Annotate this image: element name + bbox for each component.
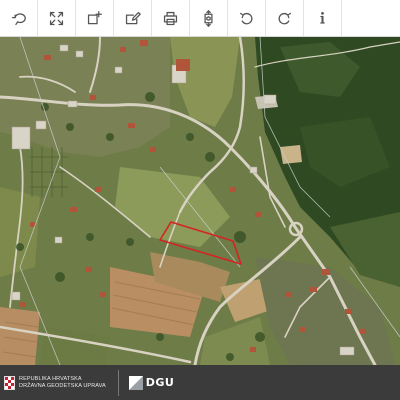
redo-icon xyxy=(278,12,292,24)
map-toolbar xyxy=(0,0,400,37)
dgu-mark-icon xyxy=(128,375,143,390)
agency-name-line1: REPUBLIKA HRVATSKA xyxy=(19,375,82,382)
aerial-map-view[interactable] xyxy=(0,37,400,365)
printer-icon xyxy=(163,11,178,25)
expand-arrows-icon xyxy=(49,11,64,25)
info-icon xyxy=(320,11,325,24)
undo-button[interactable] xyxy=(228,0,266,36)
footer-bar: REPUBLIKA HRVATSKA DRŽAVNA GEODETSKA UPR… xyxy=(0,365,400,400)
print-button[interactable] xyxy=(152,0,190,36)
undo-icon xyxy=(239,12,253,24)
add-rectangle-icon xyxy=(87,10,102,24)
redo-button[interactable] xyxy=(266,0,304,36)
fullscreen-button[interactable] xyxy=(38,0,76,36)
add-area-button[interactable] xyxy=(76,0,114,36)
edit-area-button[interactable] xyxy=(114,0,152,36)
info-button[interactable] xyxy=(304,0,342,36)
back-button[interactable] xyxy=(0,0,38,36)
dgu-logo-text: DGU xyxy=(145,376,175,389)
agency-name-line2: DRŽAVNA GEODETSKA UPRAVA xyxy=(19,382,106,389)
vertical-extent-icon xyxy=(204,9,213,27)
croatian-coat-of-arms-icon xyxy=(4,375,15,390)
footer-divider xyxy=(117,369,119,396)
agency-logo: REPUBLIKA HRVATSKA DRŽAVNA GEODETSKA UPR… xyxy=(0,365,106,400)
edit-rectangle-icon xyxy=(125,11,141,24)
zoom-extent-button[interactable] xyxy=(190,0,228,36)
aerial-orthophoto xyxy=(0,37,400,365)
agency-name: REPUBLIKA HRVATSKA DRŽAVNA GEODETSKA UPR… xyxy=(19,376,106,390)
undo-loop-icon xyxy=(11,12,26,25)
dgu-logo: DGU xyxy=(128,375,175,390)
